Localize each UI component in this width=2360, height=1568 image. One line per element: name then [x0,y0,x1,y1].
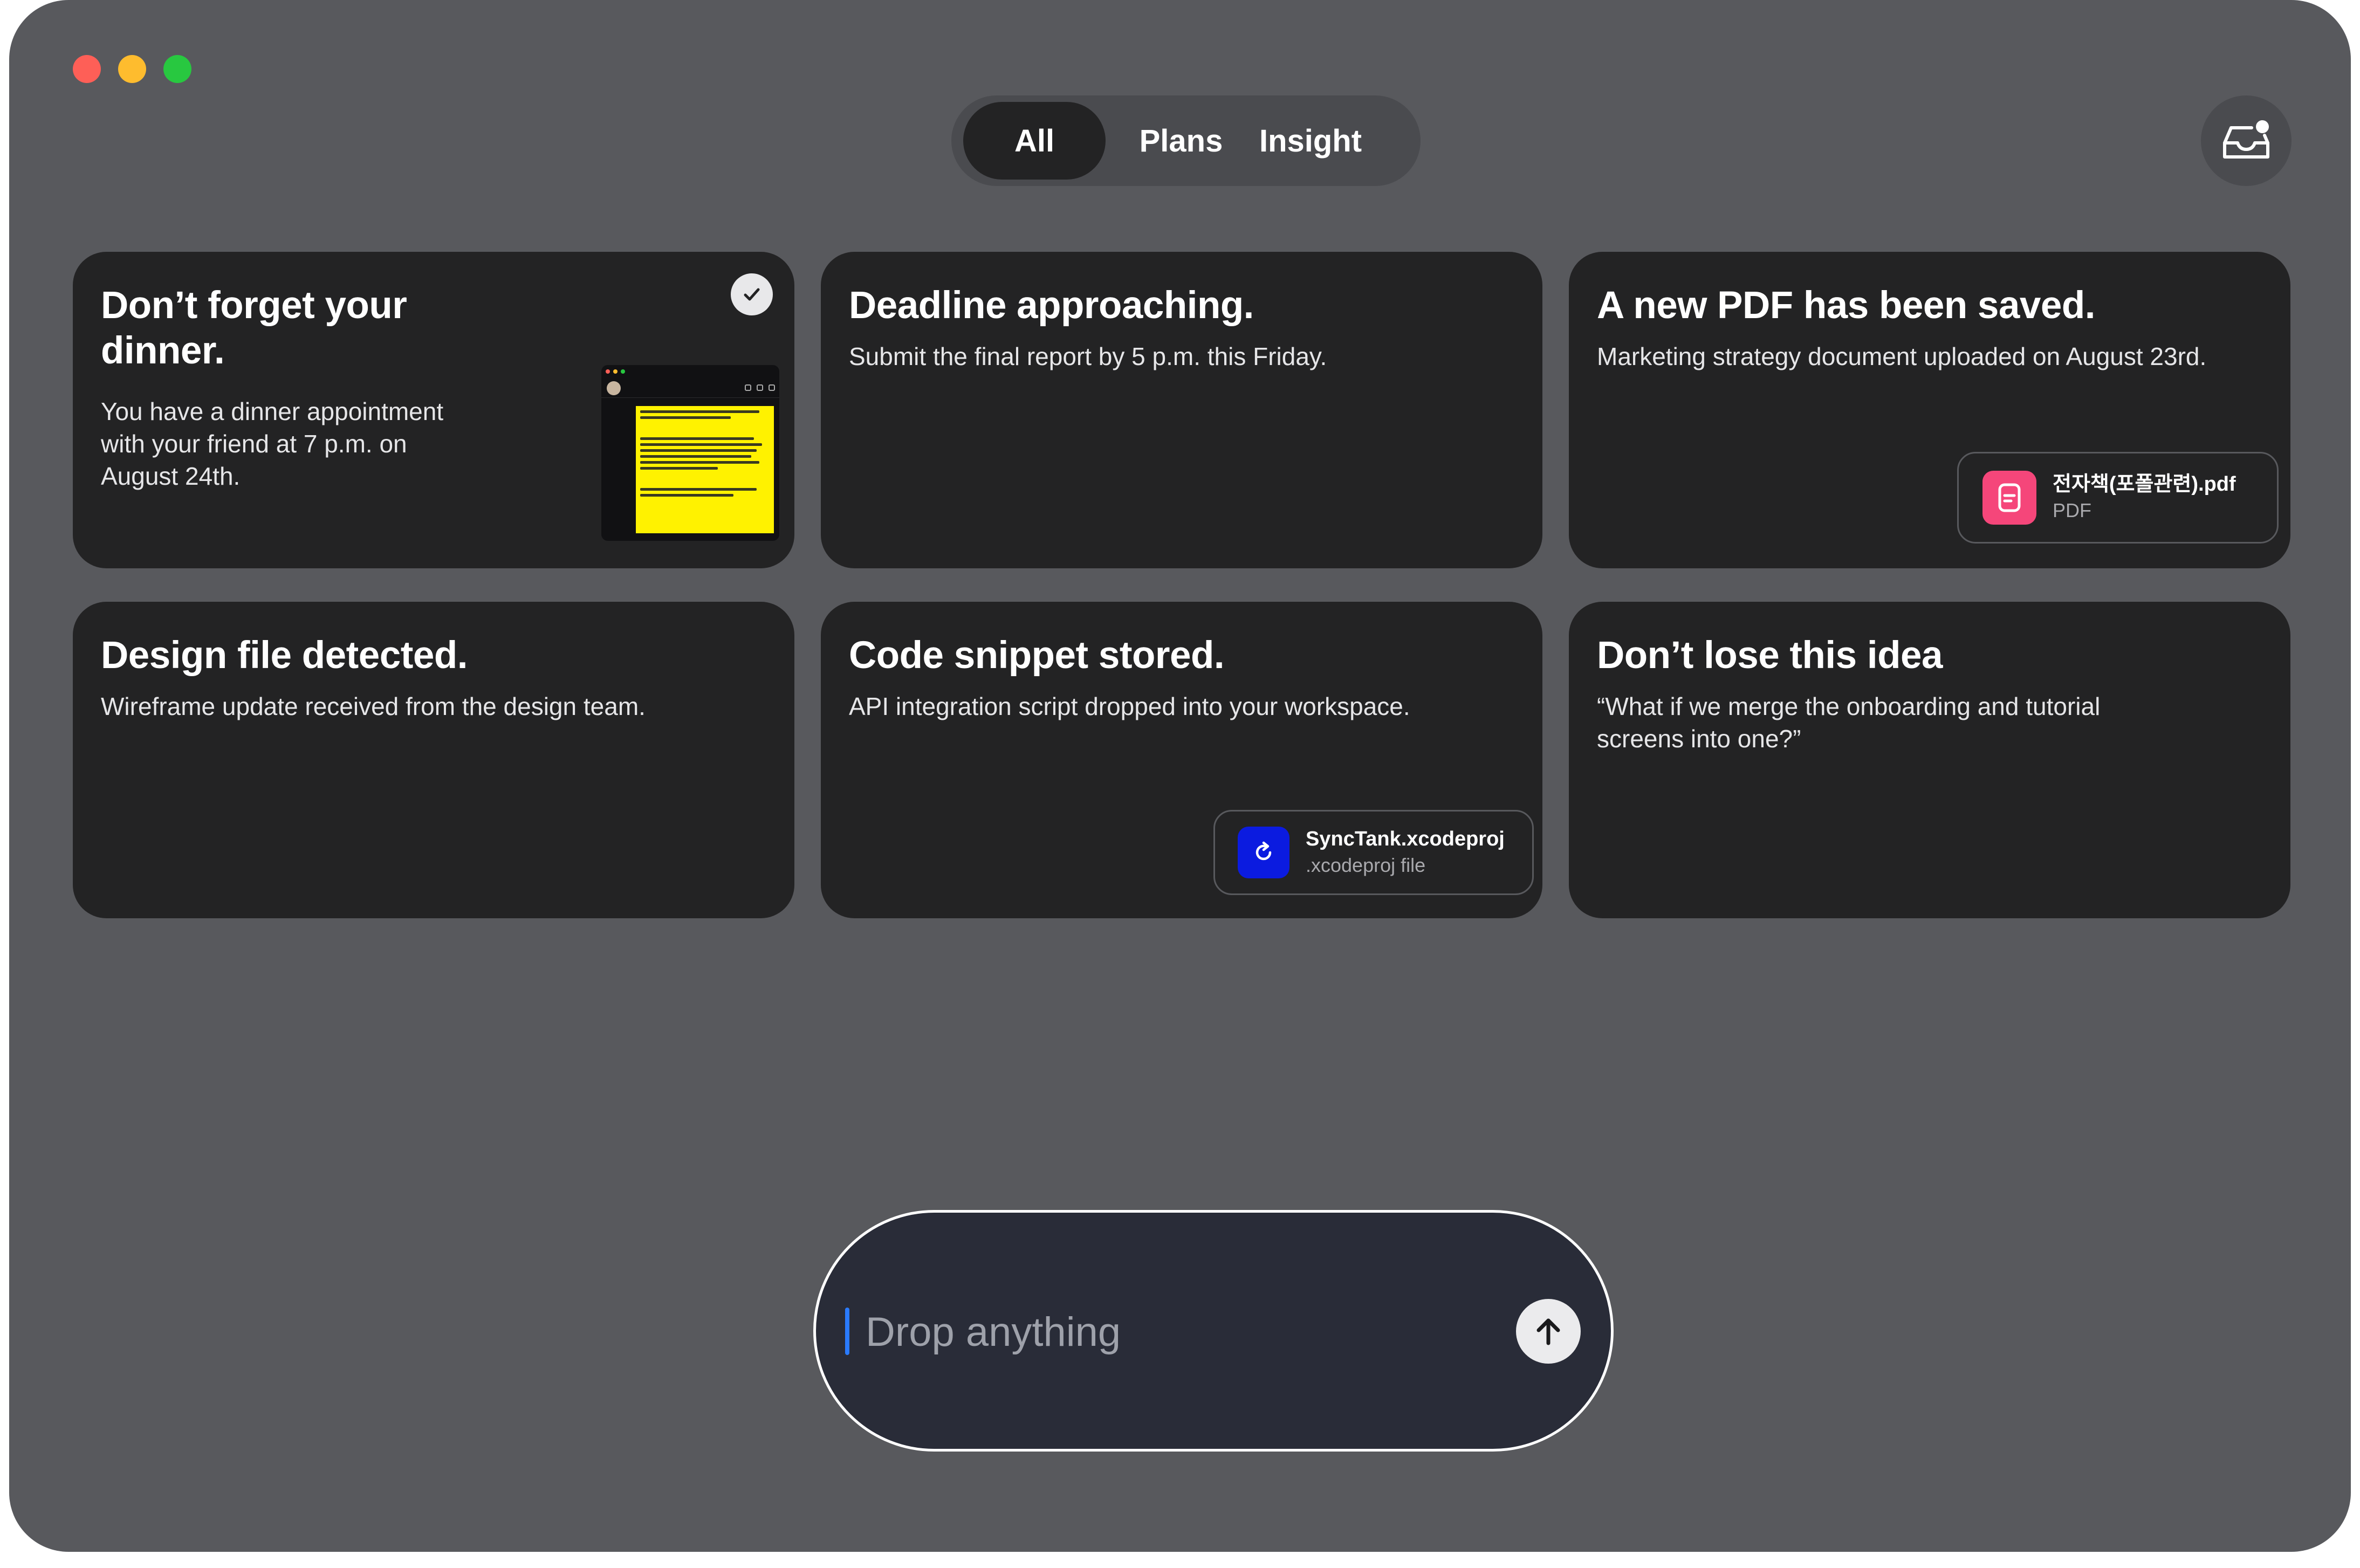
close-button[interactable] [73,55,101,83]
tab-plans[interactable]: Plans [1106,102,1257,180]
file-type: .xcodeproj file [1306,854,1426,876]
card-title: Design file detected. [101,634,468,677]
text-cursor [845,1308,849,1355]
card-title: Code snippet stored. [849,634,1225,677]
note-preview [636,406,774,533]
card-body: “What if we merge the onboarding and tut… [1597,692,2101,753]
inbox-button[interactable] [2201,95,2292,186]
filter-tabs: All Plans Insight [951,95,1421,186]
refresh-icon [1238,827,1289,878]
minimize-button[interactable] [118,55,146,83]
app-window: All Plans Insight Don’t forget your dinn… [9,0,2351,1552]
card-dinner[interactable]: Don’t forget your dinner. You have a din… [73,252,794,568]
composer-placeholder[interactable]: Drop anything [866,1310,1121,1355]
card-title: Don’t forget your dinner. [101,284,407,372]
file-name: 전자책(포폴관련).pdf [2053,473,2236,496]
xcode-file-chip[interactable]: SyncTank.xcodeproj .xcodeproj file [1213,810,1534,895]
file-type: PDF [2053,499,2091,521]
inbox-tray-icon [2223,120,2269,159]
card-body: Marketing strategy document uploaded on … [1597,342,2207,370]
card-title: Deadline approaching. [849,284,1254,327]
window-controls [73,55,191,83]
zoom-button[interactable] [163,55,191,83]
send-button[interactable] [1516,1299,1581,1364]
avatar [607,381,621,395]
card-deadline[interactable]: Deadline approaching. Submit the final r… [821,252,1542,568]
file-name: SyncTank.xcodeproj [1306,828,1505,850]
card-body: Submit the final report by 5 p.m. this F… [849,342,1327,370]
tab-insight[interactable]: Insight [1246,102,1375,180]
arrow-up-icon [1536,1318,1560,1345]
card-title: Don’t lose this idea [1597,634,1943,677]
card-title: A new PDF has been saved. [1597,284,2095,327]
card-body: API integration script dropped into your… [849,692,1410,720]
chat-screenshot-thumbnail [601,365,779,541]
tab-all[interactable]: All [963,102,1106,180]
drop-composer[interactable]: Drop anything [813,1210,1614,1452]
check-icon[interactable] [731,273,773,315]
pdf-file-chip[interactable]: 전자책(포폴관련).pdf PDF [1957,452,2279,544]
card-body: Wireframe update received from the desig… [101,692,646,720]
card-design-file[interactable]: Design file detected. Wireframe update r… [73,602,794,918]
card-body: You have a dinner appointment with your … [101,397,444,490]
document-icon [1982,471,2036,525]
card-idea[interactable]: Don’t lose this idea “What if we merge t… [1569,602,2290,918]
